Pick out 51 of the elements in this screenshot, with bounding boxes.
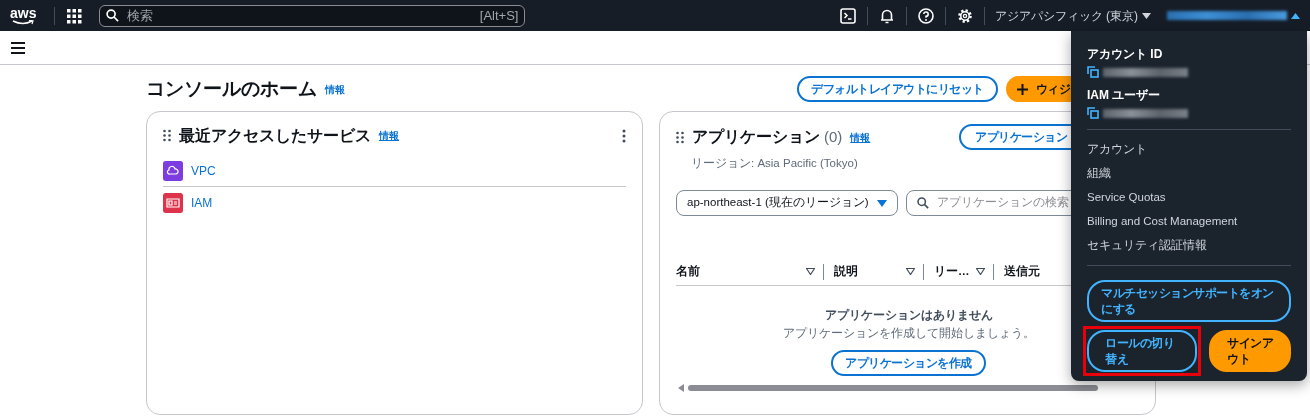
sort-icon[interactable] [976,268,985,275]
region-text: リージョン: Asia Pacific (Tokyo) [691,156,858,171]
sign-out-button[interactable]: サインアウト [1209,330,1291,372]
empty-state-text: アプリケーションを作成して開始しましょう。 [782,325,1035,342]
account-name-redacted[interactable] [1167,11,1287,20]
info-link[interactable]: 情報 [325,81,345,97]
sort-icon[interactable] [906,268,915,275]
search-icon [106,9,120,22]
menu-link[interactable]: Billing and Cost Management [1087,215,1238,227]
search-field[interactable]: 検索 [Alt+S] [99,4,526,27]
switch-role-button[interactable]: ロールの切り替え [1087,330,1197,372]
menu-link[interactable]: 組織 [1087,167,1111,179]
menu-link[interactable]: セキュリティ認証情報 [1087,239,1207,251]
info-link[interactable]: 情報 [850,129,871,145]
account-id-label: アカウント ID [1087,46,1164,63]
service-link[interactable]: IAM [191,194,213,213]
scrollbar-thumb[interactable] [688,385,1098,391]
terminal-icon[interactable] [838,6,857,25]
empty-state-title: アプリケーションはありません [824,307,993,324]
more-options-icon[interactable] [622,128,626,143]
card-title: 最近アクセスしたサービス [179,126,371,146]
drag-handle-icon[interactable] [676,130,684,144]
sort-icon[interactable] [806,268,815,275]
column-header: リー… [934,263,971,279]
scroll-left-icon[interactable] [678,384,684,392]
copy-icon[interactable] [1087,66,1099,78]
page-title: コンソールのホーム [146,77,317,102]
service-link[interactable]: VPC [191,161,216,180]
card-title: アプリケーション [692,127,820,148]
apps-grid-icon[interactable] [65,6,84,25]
column-header: 名前 [676,263,701,279]
info-link[interactable]: 情報 [379,128,399,144]
shortcut-hint: [Alt+S] [479,6,519,25]
multi-session-button[interactable]: マルチセッションサポートをオンにする [1087,280,1291,322]
plus-icon [1016,84,1028,96]
aws-logo[interactable]: aws [10,6,37,25]
region-select[interactable]: ap-northeast-1 (現在のリージョン) [676,190,898,216]
column-header: 送信元 [1004,263,1041,279]
caret-icon [1142,12,1151,19]
reset-layout-button[interactable]: デフォルトレイアウトにリセット [797,76,998,102]
search-icon [916,197,929,209]
drag-handle-icon[interactable] [163,129,171,143]
column-header: 説明 [834,263,859,279]
menu-icon[interactable] [11,41,25,54]
settings-icon[interactable] [955,6,974,25]
caret-icon [876,199,887,207]
application-count: (0) [824,126,843,147]
create-application-button[interactable]: アプリケーションを作成 [831,350,986,376]
region-menu[interactable]: アジアパシフィック (東京) [994,6,1151,25]
copy-icon[interactable] [1087,107,1099,119]
help-icon[interactable] [916,6,935,25]
